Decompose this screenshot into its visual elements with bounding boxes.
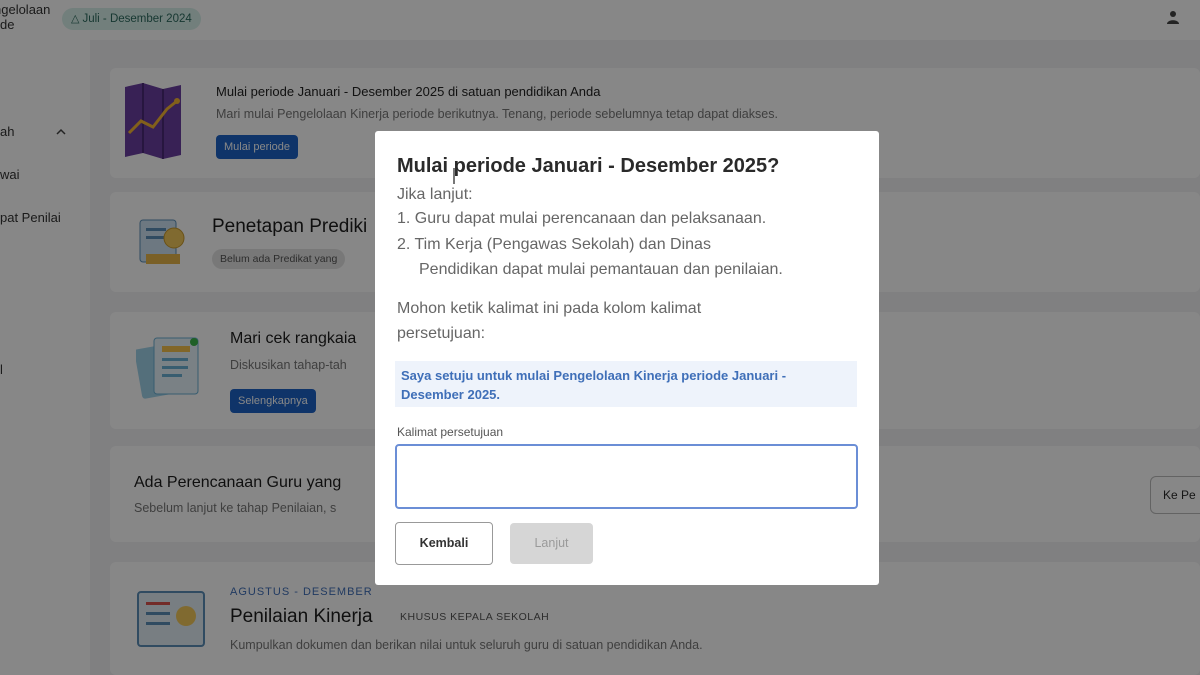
dialog-point-1: 1. Guru dapat mulai perencanaan dan pela…	[397, 210, 767, 227]
continue-button[interactable]: Lanjut	[510, 523, 593, 564]
consent-sentence: Saya setuju untuk mulai Pengelolaan Kine…	[395, 361, 857, 407]
dialog-point-2-line-1: 2. Tim Kerja (Pengawas Sekolah) dan Dina…	[397, 236, 711, 253]
consent-input-label: Kalimat persetujuan	[397, 425, 504, 439]
dialog-intro: Jika lanjut:	[397, 186, 473, 203]
dialog-point-2-line-2: Pendidikan dapat mulai pemantauan dan pe…	[419, 261, 783, 278]
back-button[interactable]: Kembali	[395, 522, 493, 565]
start-period-dialog: Mulai periode Januari - Desember 2025? J…	[375, 131, 879, 585]
dialog-instruction-line-1: Mohon ketik kalimat ini pada kolom kalim…	[397, 300, 702, 317]
dialog-instruction-line-2: persetujuan:	[397, 325, 486, 342]
text-cursor-icon	[453, 168, 455, 184]
consent-input[interactable]	[395, 444, 858, 509]
